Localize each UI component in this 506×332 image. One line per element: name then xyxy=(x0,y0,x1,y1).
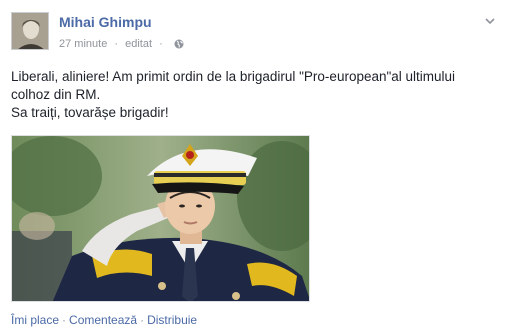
post-photo[interactable] xyxy=(11,135,310,302)
chevron-down-icon[interactable] xyxy=(484,14,496,26)
like-button[interactable]: Îmi place xyxy=(11,313,59,327)
saluting-officer-photo xyxy=(12,136,309,301)
author-avatar[interactable] xyxy=(11,12,49,50)
action-separator: · xyxy=(62,313,67,327)
feed-post: Mihai Ghimpu 27 minute · editat · Libera… xyxy=(0,0,506,332)
action-separator: · xyxy=(140,313,145,327)
share-button[interactable]: Distribuie xyxy=(147,313,197,327)
post-timestamp[interactable]: 27 minute xyxy=(59,38,107,50)
post-text-line: Liberali, aliniere! Am primit ordin de l… xyxy=(11,69,456,102)
avatar-image xyxy=(12,13,48,49)
author-name-link[interactable]: Mihai Ghimpu xyxy=(59,14,152,30)
post-meta: 27 minute · editat · xyxy=(59,38,184,50)
comment-button[interactable]: Comentează xyxy=(69,313,137,327)
post-text-line: Sa traiți, tovarășe brigadir! xyxy=(11,105,169,120)
post-actions: Îmi place · Comentează · Distribuie xyxy=(11,313,197,327)
meta-separator: · xyxy=(159,38,163,51)
post-text: Liberali, aliniere! Am primit ordin de l… xyxy=(11,68,496,122)
globe-icon[interactable] xyxy=(174,39,184,49)
edited-link[interactable]: editat xyxy=(125,38,152,50)
meta-separator: · xyxy=(114,38,119,51)
